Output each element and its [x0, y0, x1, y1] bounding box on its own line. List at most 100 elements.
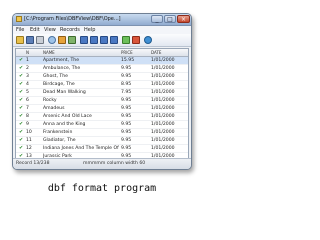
last-icon[interactable] — [110, 36, 118, 44]
check-icon: ✔ — [19, 137, 24, 143]
table-row[interactable]: ✔ 2 Ambulance, The 9.95 1/01/2000 — [16, 65, 188, 73]
prev-icon[interactable] — [90, 36, 98, 44]
cell-date: 1/01/2000 — [151, 58, 175, 63]
check-icon: ✔ — [19, 145, 24, 151]
delete-icon[interactable] — [132, 36, 140, 44]
cell-n: 1 — [26, 58, 29, 63]
status-bar: Record 13/238 mmmmm column width 60 — [13, 158, 191, 169]
cell-date: 1/01/2000 — [151, 130, 175, 135]
table-row[interactable]: ✔ 5 Dead Man Walking 7.95 1/01/2000 — [16, 89, 188, 97]
check-icon: ✔ — [19, 89, 24, 95]
close-button[interactable]: × — [177, 15, 190, 23]
cell-n: 12 — [26, 146, 32, 151]
cell-date: 1/01/2000 — [151, 106, 175, 111]
check-icon: ✔ — [19, 73, 24, 79]
menu-help[interactable]: Help — [84, 26, 95, 34]
check-icon: ✔ — [19, 65, 24, 71]
caption-text: dbf format program — [47, 183, 157, 194]
column-header-price[interactable]: PRICE — [121, 49, 133, 56]
info-icon[interactable] — [144, 36, 152, 44]
table-row[interactable]: ✔ 7 Amadeus 9.95 1/01/2000 — [16, 105, 188, 113]
cell-name: Amadeus — [43, 106, 65, 111]
cell-n: 5 — [26, 90, 29, 95]
cell-n: 3 — [26, 74, 29, 79]
cell-name: Anna and the King — [43, 122, 86, 127]
cell-name: Gladiator, The — [43, 138, 76, 143]
cell-price: 9.95 — [121, 146, 132, 151]
cell-name: Birdcage, The — [43, 82, 75, 87]
save-icon[interactable] — [26, 36, 34, 44]
check-icon: ✔ — [19, 57, 24, 63]
table-row[interactable]: ✔ 3 Ghost, The 9.95 1/01/2000 — [16, 73, 188, 81]
cell-price: 9.95 — [121, 138, 132, 143]
cell-name: Ambulance, The — [43, 66, 81, 71]
table-row[interactable]: ✔ 10 Frankenstein 9.95 1/01/2000 — [16, 129, 188, 137]
cell-date: 1/01/2000 — [151, 98, 175, 103]
table-row[interactable]: ✔ 8 Arsenic And Old Lace 9.95 1/01/2000 — [16, 113, 188, 121]
check-icon: ✔ — [19, 97, 24, 103]
cell-n: 11 — [26, 138, 32, 143]
cell-name: Rocky — [43, 98, 57, 103]
cell-price: 9.95 — [121, 98, 132, 103]
sort-icon[interactable] — [68, 36, 76, 44]
title-bar[interactable]: [C:\Program Files\DBFView\DBF\Ope...] _ … — [13, 14, 191, 26]
cell-name: Ghost, The — [43, 74, 68, 79]
cell-price: 9.95 — [121, 74, 132, 79]
check-icon: ✔ — [19, 121, 24, 127]
app-window: [C:\Program Files\DBFView\DBF\Ope...] _ … — [12, 13, 192, 170]
next-icon[interactable] — [100, 36, 108, 44]
cell-date: 1/01/2000 — [151, 138, 175, 143]
cell-price: 9.95 — [121, 66, 132, 71]
cell-name: Arsenic And Old Lace — [43, 114, 92, 119]
toolbar — [13, 34, 191, 47]
window-title: [C:\Program Files\DBFView\DBF\Ope...] — [24, 16, 121, 22]
menu-records[interactable]: Records — [60, 26, 80, 34]
check-icon: ✔ — [19, 105, 24, 111]
table-header: N NAME PRICE DATE — [16, 49, 188, 57]
column-header-n[interactable]: N — [26, 49, 29, 56]
table-row[interactable]: ✔12 Indiana Jones And The Temple Of Doom9… — [16, 145, 188, 153]
cell-price: 7.95 — [121, 90, 132, 95]
cell-name: Apartment, The — [43, 58, 80, 63]
menu-view[interactable]: View — [44, 26, 56, 34]
cell-n: 2 — [26, 66, 29, 71]
table-row[interactable]: ✔ 1 Apartment, The 15.95 1/01/2000 — [16, 57, 188, 65]
table-row[interactable]: ✔ 4 Birdcage, The 8.95 1/01/2000 — [16, 81, 188, 89]
cell-price: 9.95 — [121, 114, 132, 119]
open-icon[interactable] — [16, 36, 24, 44]
cell-n: 9 — [26, 122, 29, 127]
cell-name: Frankenstein — [43, 130, 73, 135]
table-row[interactable]: ✔ 11 Gladiator, The 9.95 1/01/2000 — [16, 137, 188, 145]
print-icon[interactable] — [36, 36, 44, 44]
column-header-name[interactable]: NAME — [43, 49, 55, 56]
menu-bar: File Edit View Records Help — [13, 26, 191, 34]
cell-price: 9.95 — [121, 130, 132, 135]
status-info: mmmmm column width 60 — [83, 161, 146, 166]
add-icon[interactable] — [122, 36, 130, 44]
cell-price: 8.95 — [121, 82, 132, 87]
cell-date: 1/01/2000 — [151, 90, 175, 95]
check-icon: ✔ — [19, 129, 24, 135]
column-header-date[interactable]: DATE — [151, 49, 161, 56]
app-icon — [16, 16, 22, 22]
cell-n: 4 — [26, 82, 29, 87]
table-row[interactable]: ✔ 9 Anna and the King 9.95 1/01/2000 — [16, 121, 188, 129]
cell-date: 1/01/2000 — [151, 122, 175, 127]
cell-date: 1/01/2000 — [151, 114, 175, 119]
filter-icon[interactable] — [58, 36, 66, 44]
menu-file[interactable]: File — [16, 26, 24, 34]
cell-n: 10 — [26, 130, 32, 135]
cell-date: 1/01/2000 — [151, 82, 175, 87]
cell-date: 1/01/2000 — [151, 146, 175, 151]
table-row[interactable]: ✔ 6 Rocky 9.95 1/01/2000 — [16, 97, 188, 105]
cell-name: Indiana Jones And The Temple Of Doom — [43, 146, 119, 151]
first-icon[interactable] — [80, 36, 88, 44]
find-icon[interactable] — [48, 36, 56, 44]
menu-edit[interactable]: Edit — [30, 26, 40, 34]
records-table[interactable]: N NAME PRICE DATE ✔ 1 Apartment, The 15.95 1… — [15, 48, 189, 159]
minimize-button[interactable]: _ — [151, 15, 163, 23]
maximize-button[interactable]: □ — [164, 15, 176, 23]
cell-n: 8 — [26, 114, 29, 119]
cell-date: 1/01/2000 — [151, 74, 175, 79]
check-icon: ✔ — [19, 81, 24, 87]
